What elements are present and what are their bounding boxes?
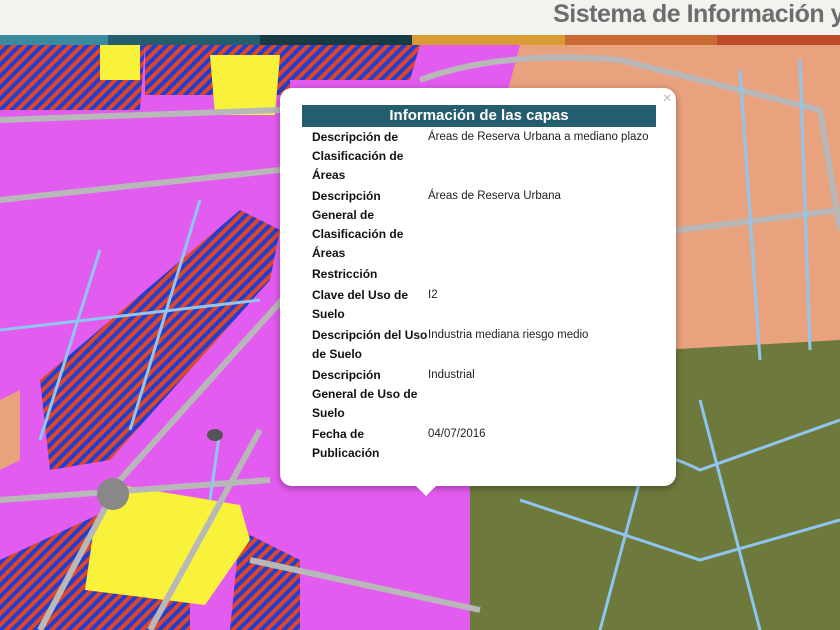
attribute-value: Industria mediana riesgo medio xyxy=(428,329,589,341)
attribute-label: Descripción General de Clasificación de … xyxy=(312,189,404,260)
zone-yellow xyxy=(210,55,280,115)
attribute-value: I2 xyxy=(428,289,438,301)
layer-info-popup: × Información de las capas Descripción d… xyxy=(280,88,676,496)
roundabout xyxy=(97,478,129,510)
color-segment xyxy=(565,35,717,45)
attribute-list: Descripción de Clasificación de Áreas Áre… xyxy=(312,128,652,465)
color-segment xyxy=(0,35,108,45)
attribute-value: Industrial xyxy=(428,369,475,381)
header: Sistema de Información y xyxy=(0,0,840,35)
popup-title: Información de las capas xyxy=(302,105,656,127)
water-body xyxy=(207,429,223,441)
attribute-row: Descripción General de Uso de Suelo Indus… xyxy=(312,366,652,423)
attribute-value: 04/07/2016 xyxy=(428,428,486,440)
site-title: Sistema de Información y xyxy=(553,0,840,28)
attribute-value: Áreas de Reserva Urbana xyxy=(428,190,561,202)
zone-striped xyxy=(290,45,420,80)
color-segment xyxy=(108,35,260,45)
color-segment xyxy=(260,35,412,45)
attribute-label: Clave del Uso de Suelo xyxy=(312,288,409,321)
color-segment xyxy=(717,35,840,45)
attribute-label: Descripción del Uso de Suelo xyxy=(312,328,428,361)
attribute-label: Descripción de Clasificación de Áreas xyxy=(312,130,404,182)
attribute-row: Descripción del Uso de Suelo Industria me… xyxy=(312,326,652,364)
popup-tail xyxy=(416,486,436,496)
attribute-row: Fecha de Publicación 04/07/2016 xyxy=(312,425,652,463)
attribute-row: Restricción xyxy=(312,265,652,284)
attribute-row: Clave del Uso de Suelo I2 xyxy=(312,286,652,324)
attribute-label: Fecha de Publicación xyxy=(312,427,380,460)
color-bar xyxy=(0,35,840,45)
attribute-row: Descripción General de Clasificación de … xyxy=(312,187,652,263)
zone-peach xyxy=(0,390,20,470)
attribute-value: Áreas de Reserva Urbana a mediano plazo xyxy=(428,131,649,143)
attribute-value xyxy=(428,265,652,284)
attribute-label: Descripción General de Uso de Suelo xyxy=(312,368,418,420)
zone-yellow xyxy=(100,45,140,80)
close-icon[interactable]: × xyxy=(663,91,672,107)
attribute-row: Descripción de Clasificación de Áreas Áre… xyxy=(312,128,652,185)
attribute-label: Restricción xyxy=(312,267,378,281)
color-segment xyxy=(412,35,565,45)
